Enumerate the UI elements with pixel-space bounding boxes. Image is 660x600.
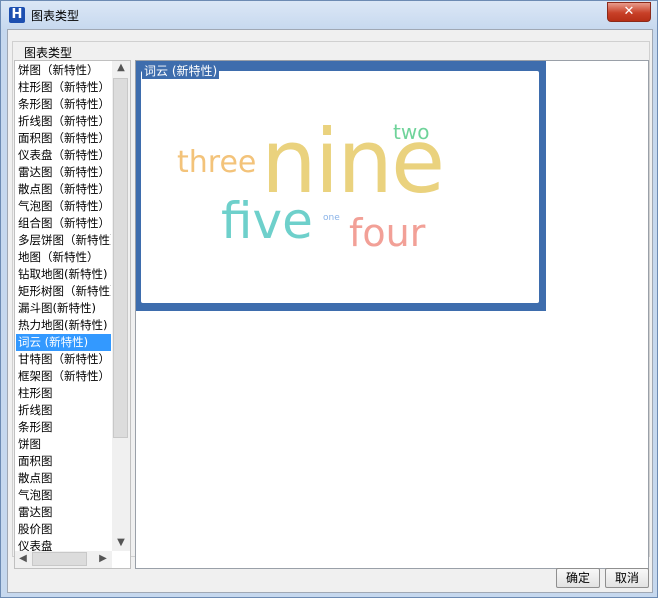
chart-type-item[interactable]: 框架图（新特性）: [16, 368, 111, 385]
chart-type-item[interactable]: 气泡图: [16, 487, 111, 504]
chart-type-item[interactable]: 仪表盘（新特性）: [16, 147, 111, 164]
scroll-left-icon[interactable]: ◀: [15, 553, 31, 564]
chart-type-item[interactable]: 甘特图（新特性）: [16, 351, 111, 368]
scroll-up-icon[interactable]: ▲: [113, 62, 129, 73]
chart-type-item[interactable]: 柱形图: [16, 385, 111, 402]
chart-type-item[interactable]: 矩形树图（新特性）: [16, 283, 111, 300]
word-cloud-word: two: [393, 120, 430, 144]
preview-title: 词云 (新特性): [142, 62, 220, 79]
chart-type-list[interactable]: 饼图（新特性） 柱形图（新特性） 条形图（新特性） 折线图（新特性） 面积图（新特性）仪…: [14, 60, 131, 569]
vertical-scroll-thumb[interactable]: [113, 78, 128, 438]
chart-type-item[interactable]: 柱形图（新特性）: [16, 79, 111, 96]
dialog-window: H 图表类型 ✕ 图表类型 饼图（新特性） 柱形图（新特性） 条形图（新特性） 折线图…: [0, 0, 658, 598]
ok-button[interactable]: 确定: [556, 568, 600, 588]
chart-type-item[interactable]: 地图（新特性）: [16, 249, 111, 266]
word-cloud-word: five: [221, 192, 313, 250]
chart-type-item[interactable]: 饼图: [16, 436, 111, 453]
chart-type-group: 图表类型 饼图（新特性） 柱形图（新特性） 条形图（新特性） 折线图（新特性） 面积图（…: [12, 41, 650, 569]
chart-type-item[interactable]: 面积图（新特性）: [16, 130, 111, 147]
chart-preview-card[interactable]: nine two three five one four 词云 (新特性): [136, 61, 546, 311]
chart-type-item[interactable]: 股价图: [16, 521, 111, 538]
chart-preview-area: nine two three five one four 词云 (新特性): [135, 60, 649, 569]
word-cloud-preview: nine two three five one four: [140, 70, 540, 304]
chart-type-item[interactable]: 气泡图（新特性）: [16, 198, 111, 215]
chart-type-item[interactable]: 词云 (新特性): [16, 334, 111, 351]
chart-type-item[interactable]: 组合图（新特性）: [16, 215, 111, 232]
chart-type-item[interactable]: 散点图（新特性）: [16, 181, 111, 198]
chart-type-item[interactable]: 折线图: [16, 402, 111, 419]
chart-type-item[interactable]: 热力地图(新特性): [16, 317, 111, 334]
chart-type-item[interactable]: 漏斗图(新特性): [16, 300, 111, 317]
word-cloud-word: four: [349, 211, 426, 255]
chart-type-item[interactable]: 散点图: [16, 470, 111, 487]
chart-type-item[interactable]: 钻取地图(新特性): [16, 266, 111, 283]
group-label: 图表类型: [23, 44, 74, 61]
chart-type-item[interactable]: 折线图（新特性）: [16, 113, 111, 130]
vertical-scrollbar[interactable]: ▲ ▼: [112, 61, 130, 551]
scroll-right-icon[interactable]: ▶: [95, 553, 111, 564]
chart-type-item[interactable]: 多层饼图（新特性）: [16, 232, 111, 249]
chart-type-item[interactable]: 条形图: [16, 419, 111, 436]
window-title: 图表类型: [31, 9, 80, 23]
horizontal-scroll-thumb[interactable]: [32, 552, 87, 566]
dialog-client: 图表类型 饼图（新特性） 柱形图（新特性） 条形图（新特性） 折线图（新特性） 面积图（…: [7, 29, 653, 593]
cancel-button[interactable]: 取消: [605, 568, 649, 588]
chart-type-item[interactable]: 面积图: [16, 453, 111, 470]
title-bar[interactable]: H 图表类型 ✕: [1, 1, 659, 29]
horizontal-scrollbar[interactable]: ◀ ▶: [15, 551, 112, 568]
close-icon[interactable]: ✕: [607, 2, 651, 22]
app-icon: H: [9, 7, 25, 23]
chart-type-item[interactable]: 雷达图（新特性）: [16, 164, 111, 181]
word-cloud-word: three: [177, 145, 257, 180]
chart-type-item[interactable]: 条形图（新特性）: [16, 96, 111, 113]
chart-type-item[interactable]: 雷达图: [16, 504, 111, 521]
word-cloud-word: one: [323, 213, 340, 223]
chart-type-item[interactable]: 饼图（新特性）: [16, 62, 111, 79]
scroll-down-icon[interactable]: ▼: [113, 537, 129, 548]
